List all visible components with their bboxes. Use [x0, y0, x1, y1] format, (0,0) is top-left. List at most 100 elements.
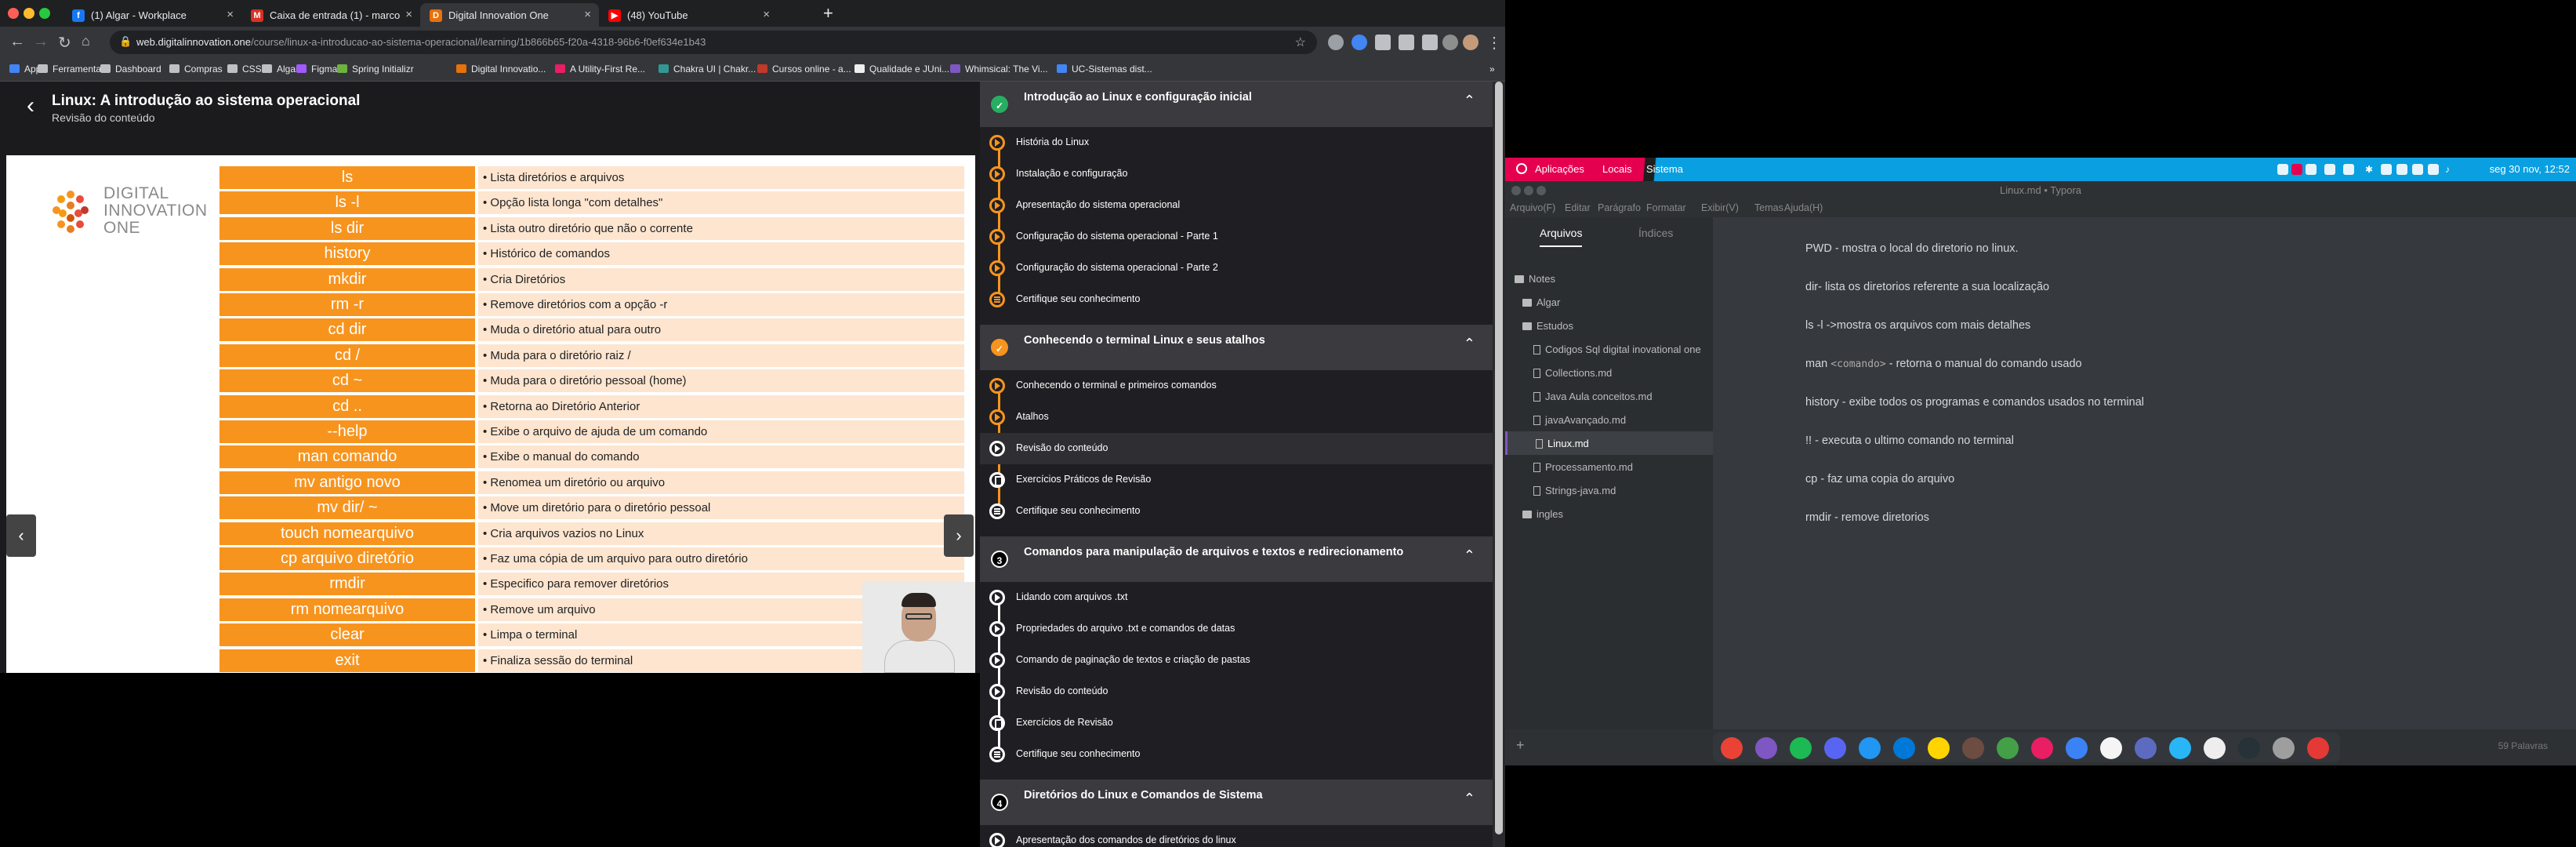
typora-menu-item[interactable]: Exibir(V) [1701, 202, 1739, 213]
chevron-up-icon[interactable]: ⌃ [1464, 93, 1475, 109]
markdown-paragraph[interactable]: PWD - mostra o local do diretorio no lin… [1805, 242, 2019, 255]
section-header[interactable]: 4 Diretórios do Linux e Comandos de Siste… [980, 780, 1493, 825]
bookmark-item[interactable]: Whimsical: The Vi... [950, 64, 1048, 75]
lesson-item[interactable]: Configuração do sistema operacional - Pa… [980, 253, 1493, 284]
new-tab-button[interactable]: + [823, 3, 833, 24]
tray-icon[interactable] [2291, 164, 2302, 175]
bookmark-star-icon[interactable]: ☆ [1295, 35, 1306, 50]
bookmark-item[interactable]: Algar [262, 64, 299, 75]
typora-menu-item[interactable]: Ajuda(H) [1784, 202, 1823, 213]
bookmark-item[interactable]: Qualidade e JUni... [854, 64, 949, 75]
extension-icon[interactable] [1442, 35, 1458, 50]
lesson-item[interactable]: Certifique seu conhecimento [980, 496, 1493, 527]
lesson-item[interactable]: Revisão do conteúdo [980, 676, 1493, 707]
lesson-item[interactable]: Propriedades do arquivo .txt e comandos … [980, 613, 1493, 645]
bookmark-item[interactable]: CSS [227, 64, 262, 75]
back-icon[interactable]: ← [9, 33, 25, 51]
app-launcher-icon[interactable] [1824, 737, 1846, 759]
lesson-item[interactable]: Certifique seu conhecimento [980, 739, 1493, 770]
app-launcher-icon[interactable] [2307, 737, 2329, 759]
media-icon[interactable] [1422, 35, 1438, 50]
lesson-item[interactable]: Configuração do sistema operacional - Pa… [980, 221, 1493, 253]
typora-menu-item[interactable]: Editar [1565, 202, 1591, 213]
app-launcher-icon[interactable] [2204, 737, 2226, 759]
lesson-item[interactable]: Apresentação dos comandos de diretórios … [980, 825, 1493, 847]
tray-icon[interactable] [2396, 164, 2407, 175]
markdown-paragraph[interactable]: rmdir - remove diretorios [1805, 511, 1929, 524]
typora-menu-item[interactable]: Temas [1754, 202, 1783, 213]
markdown-paragraph[interactable]: history - exibe todos os programas e com… [1805, 396, 2144, 409]
app-launcher-icon[interactable] [1928, 737, 1950, 759]
lesson-item[interactable]: Conhecendo o terminal e primeiros comand… [980, 370, 1493, 402]
tray-icon[interactable] [2381, 164, 2392, 175]
section-header[interactable]: ✓ Introdução ao Linux e configuração inic… [980, 82, 1493, 127]
menu-kebab-icon[interactable]: ⋮ [1486, 33, 1502, 53]
tab-close-icon[interactable]: × [763, 8, 770, 21]
previous-lesson-button[interactable]: ‹ [6, 514, 36, 557]
tray-icon[interactable] [2324, 164, 2335, 175]
menu-system[interactable]: Sistema [1646, 163, 1683, 175]
shield-icon[interactable] [2412, 164, 2423, 175]
sidebar-scrollbar[interactable] [1493, 82, 1505, 847]
close-window-icon[interactable] [8, 8, 19, 19]
markdown-paragraph[interactable]: ls -l ->mostra os arquivos com mais deta… [1805, 319, 2030, 332]
avatar[interactable] [1463, 35, 1478, 50]
browser-tab[interactable]: M Caixa de entrada (1) - marco × [241, 3, 420, 27]
add-file-icon[interactable]: + [1516, 737, 1525, 754]
forward-icon[interactable]: → [33, 33, 49, 51]
app-launcher-icon[interactable] [2273, 737, 2295, 759]
back-arrow-icon[interactable]: ‹ [27, 93, 34, 119]
system-logo-icon[interactable] [1516, 163, 1527, 174]
extension-icon[interactable] [1351, 35, 1367, 50]
bookmark-item[interactable]: Compras [169, 64, 223, 75]
browser-tab[interactable]: ▶ (48) YouTube × [599, 3, 778, 27]
volume-icon[interactable]: ♪ [2445, 164, 2456, 175]
app-launcher-icon[interactable] [1893, 737, 1915, 759]
typora-menu-item[interactable]: Parágrafo [1598, 202, 1641, 213]
more-bookmarks-icon[interactable]: » [1489, 64, 1495, 75]
tray-icon[interactable] [2343, 164, 2354, 175]
tab-files[interactable]: Arquivos [1540, 227, 1583, 247]
extension-icon[interactable] [1375, 35, 1391, 50]
video-player[interactable]: DIGITAL INNOVATION ONE ls • Lista diretór… [6, 155, 975, 673]
folder-item[interactable]: Algar [1505, 290, 1713, 314]
reload-icon[interactable]: ↻ [58, 33, 71, 53]
next-lesson-button[interactable]: › [944, 514, 974, 557]
markdown-editor[interactable]: PWD - mostra o local do diretorio no lin… [1713, 217, 2576, 765]
bookmark-item[interactable]: Digital Innovatio... [456, 64, 546, 75]
bookmark-item[interactable]: Figma [296, 64, 337, 75]
markdown-paragraph[interactable]: man <comando> - retorna o manual do coma… [1805, 358, 2082, 370]
bookmark-item[interactable]: Dashboard [100, 64, 161, 75]
tab-close-icon[interactable]: × [405, 8, 412, 21]
tray-icon[interactable] [2428, 164, 2439, 175]
lesson-item[interactable]: Comando de paginação de textos e criação… [980, 645, 1493, 676]
clock[interactable]: seg 30 nov, 12:52 [2490, 163, 2570, 175]
browser-tab[interactable]: D Digital Innovation One × [420, 3, 599, 27]
folder-item[interactable]: Estudos [1505, 314, 1713, 337]
section-header[interactable]: 3 Comandos para manipulação de arquivos e… [980, 536, 1493, 582]
section-header[interactable]: ✓ Conhecendo o terminal Linux e seus atal… [980, 325, 1493, 370]
lesson-item[interactable]: Lidando com arquivos .txt [980, 582, 1493, 613]
minimize-window-icon[interactable] [24, 8, 34, 19]
markdown-paragraph[interactable]: !! - executa o ultimo comando no termina… [1805, 434, 2014, 447]
puzzle-icon[interactable] [1399, 35, 1414, 50]
menu-places[interactable]: Locais [1602, 163, 1632, 175]
app-launcher-icon[interactable] [2169, 737, 2191, 759]
extension-icon[interactable] [1328, 35, 1344, 50]
bookmark-item[interactable]: Cursos online - a... [757, 64, 851, 75]
file-item[interactable]: Collections.md [1505, 361, 1713, 384]
app-launcher-icon[interactable] [1962, 737, 1984, 759]
app-launcher-icon[interactable] [2100, 737, 2122, 759]
file-item[interactable]: Codigos Sql digital inovational one [1505, 337, 1713, 361]
app-launcher-icon[interactable] [1755, 737, 1777, 759]
lesson-item[interactable]: Exercícios de Revisão [980, 707, 1493, 739]
lesson-item[interactable]: Instalação e configuração [980, 158, 1493, 190]
home-icon[interactable]: ⌂ [82, 33, 90, 49]
tray-icon[interactable] [2306, 164, 2317, 175]
bookmark-item[interactable]: Spring Initializr [337, 64, 414, 75]
menu-applications[interactable]: Aplicações [1535, 163, 1584, 175]
lesson-item[interactable]: Atalhos [980, 402, 1493, 433]
tab-outline[interactable]: Índices [1638, 227, 1673, 239]
chevron-up-icon[interactable]: ⌃ [1464, 791, 1475, 807]
tab-close-icon[interactable]: × [227, 8, 234, 21]
